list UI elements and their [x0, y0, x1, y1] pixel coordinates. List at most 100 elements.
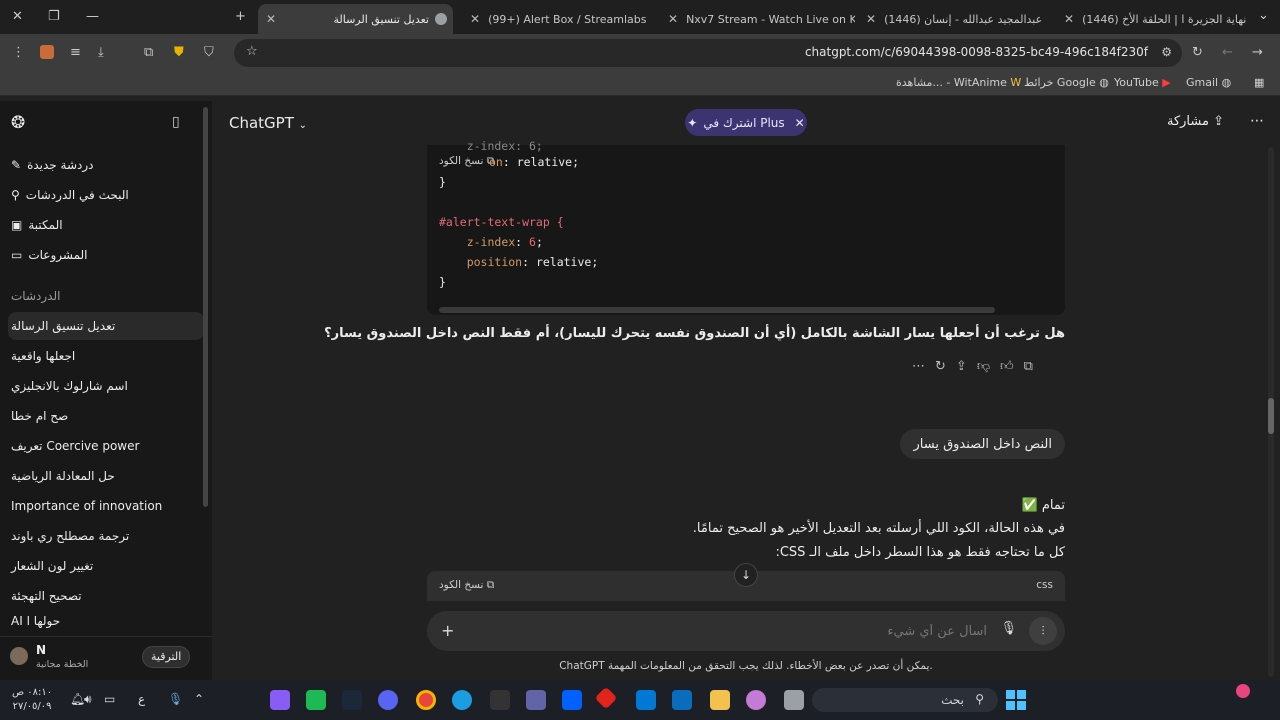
steam-icon[interactable]	[342, 690, 362, 710]
library-button[interactable]: ▣ المكتبة	[8, 211, 204, 239]
copy-code-button[interactable]: نسخ الكود ⧉	[439, 579, 494, 592]
clock[interactable]: ٠٨:١٠ ص ٢٧/٠٥/٠٩	[12, 686, 52, 714]
app-icon[interactable]	[526, 690, 546, 710]
bookmark-gmail[interactable]: Gmail ◍	[1186, 76, 1231, 89]
chat-item[interactable]: AI حولها ا	[8, 612, 204, 630]
download-icon[interactable]: ⤓	[98, 45, 104, 60]
microphone-icon[interactable]: 🎙︎	[1000, 621, 1017, 636]
share-button[interactable]: مشاركة ⇪	[1167, 114, 1224, 129]
extensions-puzzle-icon[interactable]: ⧉	[144, 45, 153, 60]
add-attachment-icon[interactable]: +	[441, 621, 454, 640]
tab-streamlabs[interactable]: ✕ (99+) Alert Box / Streamlabs	[462, 4, 652, 34]
input-language[interactable]: ع	[138, 692, 145, 706]
bookmark-google-maps[interactable]: خرائط Google ◍	[1024, 76, 1109, 89]
reading-list-icon[interactable]: ≡	[70, 45, 81, 60]
code-hscrollbar[interactable]	[439, 307, 995, 313]
close-tab-icon[interactable]: ✕	[266, 12, 276, 26]
main-scrollbar-thumb[interactable]	[1268, 398, 1274, 434]
close-icon[interactable]: ✕	[795, 116, 805, 130]
back-icon[interactable]: →	[1252, 45, 1263, 60]
tab-kick[interactable]: ✕ Nxv7 Stream - Watch Live on K	[660, 4, 855, 34]
notification-badge-icon[interactable]	[1236, 684, 1250, 698]
tab-youtube-2[interactable]: ✕ (1446) عبدالمجيد عبدالله - إنسان	[858, 4, 1048, 34]
chat-item[interactable]: تعريف Coercive power	[8, 432, 204, 460]
mic-icon[interactable]: 🎙︎	[168, 692, 183, 706]
chat-item[interactable]: تغيير لون الشعار	[8, 552, 204, 580]
copy-icon[interactable]: ⧉	[1024, 359, 1033, 374]
more-options-icon[interactable]: ⋯	[1250, 113, 1264, 129]
file-explorer-icon[interactable]	[710, 690, 730, 710]
edge-icon[interactable]	[452, 690, 472, 710]
app-icon[interactable]	[270, 690, 290, 710]
tab-active[interactable]: ✕ تعديل تنسيق الرسالة	[258, 4, 453, 34]
extension-icon[interactable]	[40, 45, 54, 59]
site-settings-icon[interactable]: ⚙	[1161, 45, 1172, 59]
epic-games-icon[interactable]	[490, 690, 510, 710]
assistant-answer-line: في هذه الحالة، الكود اللي أرسلته بعد الت…	[692, 521, 1065, 536]
close-window-icon[interactable]: ✕	[12, 9, 23, 24]
bookmark-star-icon[interactable]: ☆	[246, 44, 258, 59]
scroll-down-button[interactable]: ↓	[734, 563, 758, 587]
close-tab-icon[interactable]: ✕	[1064, 12, 1074, 26]
url-bar[interactable]: ☆ chatgpt.com/c/69044398-0098-8325-bc49-…	[234, 39, 1182, 67]
forward-icon[interactable]: ←	[1222, 45, 1233, 60]
notification-bell-icon[interactable]: 🔔︎	[70, 692, 85, 706]
chat-item[interactable]: صح ام خطا	[8, 402, 204, 430]
search-chats-button[interactable]: ⚲ البحث في الدردشات	[8, 181, 204, 209]
chat-item[interactable]: اجعلها واقعية	[8, 342, 204, 370]
regenerate-icon[interactable]: ↻	[935, 359, 946, 374]
store-icon[interactable]	[672, 690, 692, 710]
bookmarks-grid-icon[interactable]: ▦	[1254, 76, 1264, 89]
sidebar-toggle-icon[interactable]: ▯	[172, 114, 180, 130]
upgrade-plus-pill[interactable]: ✦ اشترك في Plus ✕	[685, 109, 807, 136]
tray-chevron-icon[interactable]: ⌃	[194, 692, 204, 706]
menu-dots-icon[interactable]: ⋮	[12, 45, 25, 60]
thumbs-up-icon[interactable]: 👍︎	[1000, 359, 1014, 374]
chat-item[interactable]: تصحيح التهجئة	[8, 582, 204, 610]
restore-window-icon[interactable]: ❐	[48, 9, 60, 24]
more-icon[interactable]: ⋯	[912, 359, 925, 374]
user-profile[interactable]: N الخطة مجانية الترقية	[0, 636, 212, 680]
shield-icon[interactable]: ⛉	[204, 45, 214, 60]
chatgpt-favicon-icon	[435, 13, 447, 25]
app-icon[interactable]	[784, 690, 804, 710]
network-icon[interactable]: ▭	[104, 692, 115, 706]
close-tab-icon[interactable]: ✕	[866, 12, 876, 26]
shield-extension-icon[interactable]: ⛊	[174, 45, 184, 60]
discord-icon[interactable]	[378, 690, 398, 710]
copilot-icon[interactable]	[746, 690, 766, 710]
model-selector[interactable]: ChatGPT ⌄	[229, 114, 307, 132]
prompt-input[interactable]	[467, 619, 987, 643]
projects-button[interactable]: ▭ المشروعات	[8, 241, 204, 269]
windows-start-icon[interactable]	[1006, 690, 1026, 710]
minimize-window-icon[interactable]: —	[86, 9, 99, 24]
chat-item[interactable]: حل المعادلة الرياضية	[8, 462, 204, 490]
tab-title: (1446) نهاية الجزيرة ا | الحلقة الأخ	[1082, 12, 1246, 26]
share-icon[interactable]: ⇪	[956, 359, 967, 374]
bookmark-witanime[interactable]: مشاهدة... - WitAnime W	[896, 76, 1021, 89]
chat-item[interactable]: تعديل تنسيق الرسالة	[8, 312, 204, 340]
new-tab-icon[interactable]: +	[235, 9, 246, 24]
volume-icon[interactable]: 🔊︎	[84, 692, 92, 707]
bookmark-youtube[interactable]: YouTube ▶	[1114, 76, 1171, 89]
tab-youtube-1[interactable]: ✕ (1446) نهاية الجزيرة ا | الحلقة الأخ	[1056, 4, 1246, 34]
taskbar-search[interactable]: ⚲ بحث	[812, 688, 998, 712]
chat-item[interactable]: Importance of innovation	[8, 492, 204, 520]
tab-search-icon[interactable]: ⌄	[1258, 8, 1269, 23]
app-icon[interactable]	[594, 686, 618, 710]
app-icon[interactable]	[306, 690, 326, 710]
thumbs-down-icon[interactable]: 👎︎	[977, 359, 990, 374]
chrome-icon[interactable]	[416, 690, 436, 710]
sidebar-scrollbar[interactable]	[203, 107, 208, 507]
upgrade-button[interactable]: الترقية	[142, 646, 191, 668]
chatgpt-logo-icon[interactable]: ❂	[11, 113, 25, 133]
close-tab-icon[interactable]: ✕	[668, 12, 678, 26]
close-tab-icon[interactable]: ✕	[470, 12, 480, 26]
chat-item[interactable]: ترجمة مصطلح ري باوند	[8, 522, 204, 550]
dropbox-icon[interactable]	[562, 690, 582, 710]
new-chat-button[interactable]: ✎ دردشة جديدة	[8, 151, 204, 179]
chat-item[interactable]: اسم شارلوك بالانجليزي	[8, 372, 204, 400]
outlook-icon[interactable]	[636, 690, 656, 710]
reload-icon[interactable]: ↻	[1192, 45, 1203, 60]
voice-mode-button[interactable]: ⫶	[1029, 617, 1057, 645]
